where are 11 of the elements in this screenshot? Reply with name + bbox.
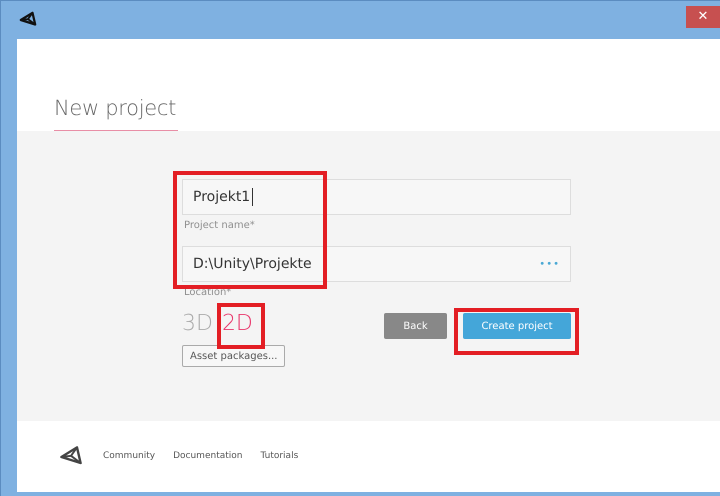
location-field[interactable]: D:\Unity\Projekte ••• [182,246,571,282]
footer-link[interactable]: Tutorials [260,450,298,464]
footer-link[interactable]: Community [103,450,156,464]
mode-toggle[interactable]: 2D [222,313,253,335]
highlight-frame [217,303,265,349]
name-field[interactable]: Projekt1 [182,179,571,215]
close-button[interactable]: ✕ [686,6,720,28]
asset-packages-button[interactable]: Asset packages... [182,345,286,367]
field-label: Project name* [184,220,256,232]
back-button[interactable]: Back [384,313,447,339]
footer-link[interactable]: Documentation [173,450,242,464]
